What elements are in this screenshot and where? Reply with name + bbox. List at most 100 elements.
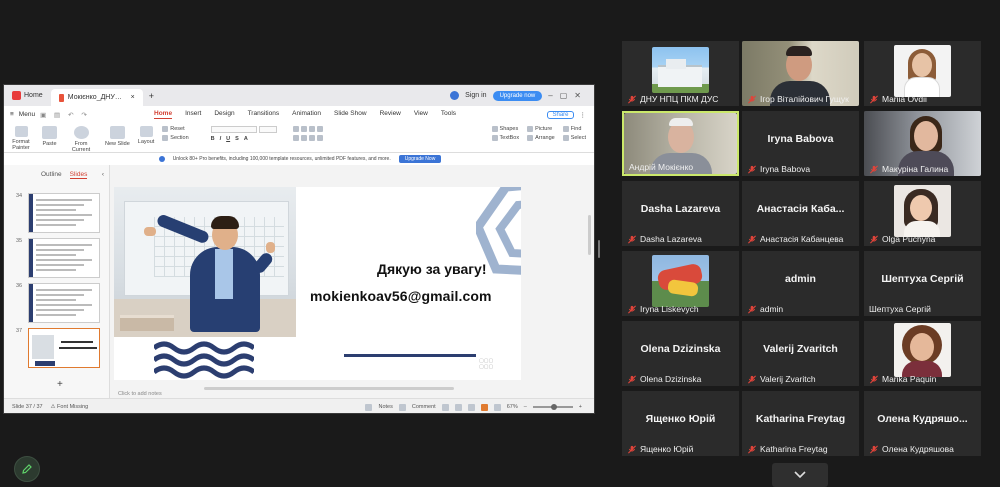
participant-tile[interactable]: Iryna Liskevych <box>622 251 739 316</box>
window-controls[interactable]: –▢✕ <box>548 91 588 100</box>
format-painter-button[interactable]: Format Painter <box>8 126 34 151</box>
participant-tile[interactable]: Olena Dzizinska Olena Dzizinska <box>622 321 739 386</box>
participant-tile[interactable]: ДНУ НПЦ ПКМ ДУС <box>622 41 739 106</box>
participant-display-name: Olena Dzizinska <box>640 343 721 355</box>
show-more-participants-button[interactable] <box>772 463 828 487</box>
fit-window-icon[interactable] <box>493 403 501 411</box>
play-slideshow-icon[interactable] <box>480 403 488 411</box>
reset-button[interactable]: Reset <box>162 126 188 132</box>
sorter-view-icon[interactable] <box>454 403 462 411</box>
slide-number: 36 <box>16 283 23 289</box>
participant-tile[interactable]: Ященко Юрій Ященко Юрій <box>622 391 739 456</box>
participant-name: Макуріна Галина <box>882 164 949 174</box>
outline-tab[interactable]: Outline <box>41 171 62 179</box>
reading-view-icon[interactable] <box>467 403 475 411</box>
slide-thumbnail[interactable]: 37 <box>16 328 106 368</box>
list-buttons[interactable] <box>292 126 323 132</box>
ribbon-tab-insert[interactable]: Insert <box>185 110 201 119</box>
participant-tile[interactable]: Olga Puchyna <box>864 181 981 246</box>
quick-access-icons[interactable]: ▣ ▤ ↶ ↷ <box>40 111 90 119</box>
slide-number: 35 <box>16 238 23 244</box>
ribbon-tab-view[interactable]: View <box>414 110 428 119</box>
more-icon[interactable]: ⋮ <box>580 111 587 119</box>
slide-thumbnail[interactable]: 34 <box>16 193 106 233</box>
share-button[interactable]: Share <box>547 110 574 119</box>
comment-button[interactable]: Comment <box>412 404 436 410</box>
ribbon-tab-design[interactable]: Design <box>214 110 234 119</box>
zoom-out-icon[interactable]: – <box>524 404 527 410</box>
home-tab[interactable]: Home <box>4 85 51 106</box>
ribbon-tab-animation[interactable]: Animation <box>292 110 321 119</box>
collapse-panel-icon[interactable]: ‹ <box>102 171 109 179</box>
thumbnail-frame <box>28 238 100 278</box>
participant-tile[interactable]: Ігор Віталійович Гущук <box>742 41 859 106</box>
find-button[interactable]: Find <box>562 126 586 132</box>
teacher-photo <box>114 187 296 337</box>
list-icon[interactable] <box>365 403 373 411</box>
font-name-input[interactable] <box>210 126 257 133</box>
new-slide-button[interactable]: New Slide <box>105 126 130 147</box>
participant-tile[interactable]: Макуріна Галина <box>864 111 981 176</box>
split-drag-handle[interactable] <box>598 240 600 258</box>
participant-tile[interactable]: Dasha Lazareva Dasha Lazareva <box>622 181 739 246</box>
shapes-button[interactable]: Shapes <box>491 126 520 132</box>
participant-tile[interactable]: Katharina Freytag Katharina Freytag <box>742 391 859 456</box>
vertical-scrollbar[interactable] <box>588 215 591 255</box>
horizontal-scrollbar[interactable] <box>204 387 454 390</box>
annotate-button[interactable] <box>14 456 40 482</box>
participant-display-name: Олена Кудряшо... <box>877 413 968 425</box>
participant-tile[interactable]: Андрій Мокієнко <box>622 111 739 176</box>
layout-button[interactable]: Layout <box>138 126 154 145</box>
slides-tab[interactable]: Slides <box>69 171 88 179</box>
promo-upgrade-button[interactable]: Upgrade Now <box>398 155 442 163</box>
upgrade-button[interactable]: Upgrade now <box>492 90 543 101</box>
user-avatar-icon[interactable] <box>450 91 460 100</box>
participant-tile[interactable]: Анастасія Каба... Анастасія Кабанцева <box>742 181 859 246</box>
ribbon-tabs: Home Insert Design Transitions Animation Slid… <box>154 110 456 119</box>
notes-area[interactable]: Click to add notes <box>118 391 162 397</box>
zoom-slider[interactable] <box>532 404 573 410</box>
participant-tile[interactable]: Олена Кудряшо... Олена Кудряшова <box>864 391 981 456</box>
hamburger-icon[interactable]: ≡ <box>10 111 14 118</box>
participant-display-name: Katharina Freytag <box>755 413 846 425</box>
slide-thumbnail[interactable]: 36 <box>16 283 106 323</box>
participant-tile[interactable]: Marika Paquin <box>864 321 981 386</box>
picture-button[interactable]: Picture <box>527 126 555 132</box>
participant-tile[interactable]: Mariia Ovdii <box>864 41 981 106</box>
arrange-button[interactable]: Arrange <box>527 135 555 141</box>
font-style-buttons[interactable]: BIUSA <box>211 136 277 142</box>
mic-off-icon <box>628 375 636 383</box>
participant-tile[interactable]: Valerij Zvaritch Valerij Zvaritch <box>742 321 859 386</box>
section-button[interactable]: Section <box>162 135 189 141</box>
participant-tile[interactable]: Iryna Babova Iryna Babova <box>742 111 859 176</box>
font-missing-warning[interactable]: ⚠ Font Missing <box>51 404 89 410</box>
notes-button[interactable]: Notes <box>378 404 392 410</box>
ribbon-tab-home[interactable]: Home <box>154 110 173 119</box>
paste-button[interactable]: Paste <box>42 126 57 147</box>
ribbon-tab-review[interactable]: Review <box>380 110 401 119</box>
add-slide-icon[interactable]: + <box>57 379 63 390</box>
slide-thumbnail[interactable]: 35 <box>16 238 106 278</box>
align-buttons[interactable] <box>292 135 323 141</box>
menu-button[interactable]: Menu <box>19 111 35 118</box>
ribbon-tab-slide-show[interactable]: Slide Show <box>334 110 367 119</box>
mic-off-icon <box>870 375 878 383</box>
zoom-level[interactable]: 67% <box>507 404 518 410</box>
normal-view-icon[interactable] <box>441 403 449 411</box>
sign-in-link[interactable]: Sign in <box>465 92 486 99</box>
participant-tile[interactable]: Шептуха Сергій Шептуха Сергій <box>864 251 981 316</box>
font-size-input[interactable] <box>258 126 277 133</box>
zoom-in-icon[interactable]: + <box>579 404 582 410</box>
comment-icon[interactable] <box>398 403 406 411</box>
slide-email-text: mokienkoav56@gmail.com <box>310 288 492 304</box>
document-tab[interactable]: Мокієнко_ДНУНПЦПКМ.pptx × <box>50 89 143 106</box>
participant-tile[interactable]: admin admin <box>742 251 859 316</box>
new-tab-icon[interactable]: + <box>149 91 154 101</box>
slide-canvas[interactable]: Дякую за увагу! mokienkoav56@gmail.com ▢… <box>114 187 521 380</box>
textbox-button[interactable]: TextBox <box>491 135 519 141</box>
ribbon-tab-transitions[interactable]: Transitions <box>248 110 280 119</box>
shared-screen[interactable]: Home Мокієнко_ДНУНПЦПКМ.pptx × + Sign in… <box>3 84 595 414</box>
close-tab-icon[interactable]: × <box>131 94 135 101</box>
select-button[interactable]: Select <box>562 135 586 141</box>
ribbon-tab-tools[interactable]: Tools <box>441 110 456 119</box>
